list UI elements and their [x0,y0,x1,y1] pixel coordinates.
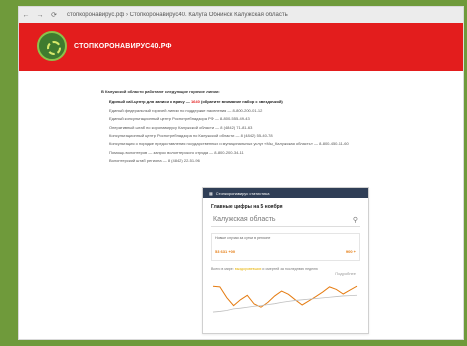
legend-recovered: выздоровевших [234,267,262,271]
main-line-number: 1640 [190,99,200,105]
stat-value-secondary: 900 + [345,249,356,254]
chart-series-line-1 [212,294,358,313]
list-item: Единый федеральный горячей линии по подд… [109,107,419,115]
back-icon[interactable]: ← [19,12,33,19]
list-item: Консультация о порядке предоставления го… [109,140,419,148]
browser-window: ← → ⟳ стопкоронавирус.рф › Стопкоронавир… [18,6,464,340]
browser-toolbar: ← → ⟳ стопкоронавирус.рф › Стопкоронавир… [19,7,463,24]
address-bar[interactable]: стопкоронавирус.рф › Стопкоронавирус40. … [67,12,397,18]
hotlines-section: В Калужской области работают следующие г… [101,88,421,166]
list-item: Консультационный центр Роспотребнадзора … [109,132,419,140]
more-link[interactable]: Подробнее [335,271,356,276]
trend-chart [212,285,358,313]
flag-icon: ▦ [209,190,213,196]
list-item: Помощь волонтеров — запрос волонтерского… [109,149,419,157]
widget-topbar: ▦ Стопкоронавирус статистика [203,188,368,198]
site-header: СТОПКОРОНАВИРУС40.РФ [19,23,463,71]
hotlines-list: Единый call-центр для записи к врачу — 1… [101,98,421,165]
stats-widget: ▦ Стопкоронавирус статистика Главные циф… [202,187,369,334]
stat-label: Новые случаи за сутки в регионе [215,236,271,240]
widget-title: Главные цифры на 5 ноября [211,204,283,210]
list-item: Волонтерский штаб региона — 8 (4842) 22-… [109,157,419,165]
region-search-input[interactable]: Калужская область ⚲ [211,213,360,227]
forward-icon[interactable]: → [33,12,47,19]
legend-text: Всего в мире: [211,267,235,271]
main-line-label: Единый call-центр для записи к врачу — [109,99,191,105]
region-value: Калужская область [213,216,276,223]
list-item: Единый call-центр для записи к врачу — 1… [109,98,419,106]
virus-logo-icon [37,31,67,61]
list-item: Единый консультационный центр Роспотребн… [109,115,419,123]
list-item: Оперативный штаб по коронавирусу Калужск… [109,124,419,132]
legend-tail: и смертей за последнюю неделю [261,267,318,271]
hotlines-intro: В Калужской области работают следующие г… [101,89,220,94]
stat-value: 53 631 +00 [215,249,236,254]
search-icon[interactable]: ⚲ [353,216,358,224]
stats-card: Новые случаи за сутки в регионе 53 631 +… [211,233,360,261]
reload-icon[interactable]: ⟳ [47,11,61,19]
widget-topbar-label: Стопкоронавирус статистика [215,190,270,196]
site-title[interactable]: СТОПКОРОНАВИРУС40.РФ [74,43,172,50]
main-line-suffix: (обратите внимание набор с звездочкой) [200,99,283,105]
chart-legend: Всего в мире: выздоровевших и смертей за… [211,267,360,276]
